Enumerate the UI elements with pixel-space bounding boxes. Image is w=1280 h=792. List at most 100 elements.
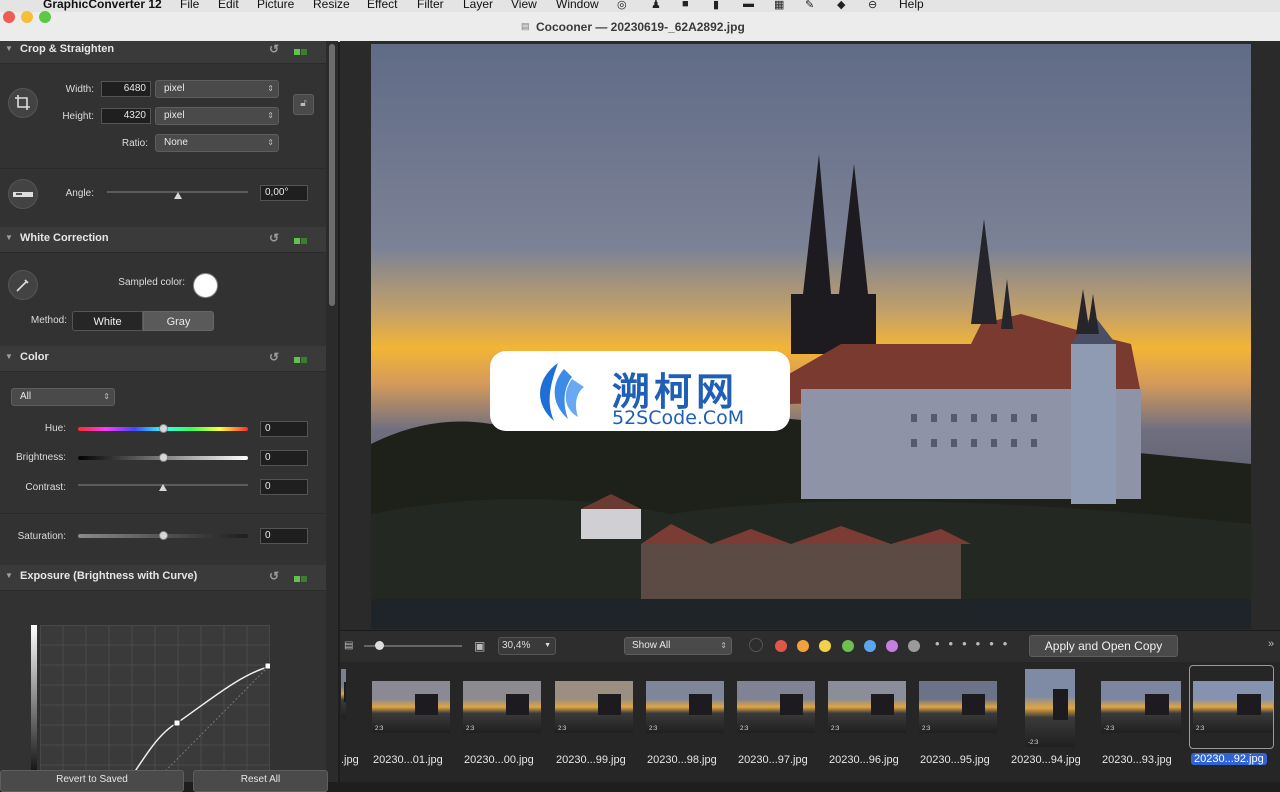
thumbnail-size-knob[interactable] xyxy=(375,641,384,650)
thumbnail[interactable]: 2:3 xyxy=(737,681,815,733)
grid-icon[interactable]: ▦ xyxy=(774,0,784,11)
thumbnail[interactable]: -2:3 xyxy=(1101,681,1181,733)
thumbnail-filename[interactable]: 20230...98.jpg xyxy=(647,754,717,766)
white-correction-section-header[interactable]: ▼ White Correction ↺ xyxy=(0,227,326,253)
enable-toggle[interactable] xyxy=(294,46,308,55)
brightness-slider-knob[interactable] xyxy=(159,453,168,462)
menu-layer[interactable]: Layer xyxy=(463,0,493,11)
crop-tool-button[interactable] xyxy=(8,88,38,118)
thumbnail[interactable]: 2:3 xyxy=(919,681,997,733)
thumbnail-filename[interactable]: 20230...94.jpg xyxy=(1011,754,1081,766)
height-unit-select[interactable]: pixel ⇕ xyxy=(155,107,279,125)
zoom-select[interactable]: 30,4% ▼ xyxy=(498,637,556,655)
method-gray-button[interactable]: Gray xyxy=(143,311,214,331)
menu-file[interactable]: File xyxy=(180,0,199,11)
zoom-button[interactable] xyxy=(39,11,51,23)
enable-toggle[interactable] xyxy=(294,235,308,244)
contrast-slider-knob[interactable] xyxy=(159,484,167,491)
thumbnail[interactable]: 2:3 xyxy=(463,681,541,733)
brightness-field[interactable]: 0 xyxy=(260,450,308,466)
menu-view[interactable]: View xyxy=(511,0,537,11)
thumbnail[interactable]: 2:3 xyxy=(555,681,633,733)
sidebar-scroll-thumb[interactable] xyxy=(329,44,335,306)
thumbnail-filename[interactable]: 20230...97.jpg xyxy=(738,754,808,766)
thumbnail-filename[interactable]: 20230...99.jpg xyxy=(556,754,626,766)
label-color-dot[interactable] xyxy=(775,640,787,652)
thumbnail-filename[interactable]: 20230...00.jpg xyxy=(464,754,534,766)
label-color-dot[interactable] xyxy=(819,640,831,652)
enable-toggle[interactable] xyxy=(294,573,308,582)
thumbnail-filename[interactable]: .jpg xyxy=(341,754,359,766)
curve-point[interactable] xyxy=(264,662,270,670)
thumbnail[interactable] xyxy=(341,669,346,719)
angle-slider-knob[interactable] xyxy=(174,192,182,199)
label-color-dot[interactable] xyxy=(864,640,876,652)
reset-icon[interactable]: ↺ xyxy=(269,350,279,364)
thumbnail[interactable]: -2:3 xyxy=(1025,669,1075,747)
person-icon[interactable]: ♟ xyxy=(651,0,661,11)
label-color-dot[interactable] xyxy=(842,640,854,652)
straighten-tool-button[interactable] xyxy=(8,179,38,209)
saturation-field[interactable]: 0 xyxy=(260,528,308,544)
color-section-header[interactable]: ▼ Color ↺ xyxy=(0,346,326,372)
thumbnail-filename[interactable]: 20230...01.jpg xyxy=(373,754,443,766)
reset-all-button[interactable]: Reset All xyxy=(193,770,328,792)
height-field[interactable]: 4320 xyxy=(101,108,151,124)
disclosure-triangle-icon[interactable]: ▼ xyxy=(5,233,13,242)
menu-effect[interactable]: Effect xyxy=(367,0,397,11)
more-chevron-icon[interactable]: » xyxy=(1268,638,1274,650)
width-field[interactable]: 6480 xyxy=(101,81,151,97)
thumbnail-filename[interactable]: 20230...96.jpg xyxy=(829,754,899,766)
color-channel-select[interactable]: All ⇕ xyxy=(11,388,115,406)
thumbnail-filename[interactable]: 20230...95.jpg xyxy=(920,754,990,766)
crop-section-header[interactable]: ▼ Crop & Straighten ↺ xyxy=(0,41,326,64)
app-menu[interactable]: GraphicConverter 12 xyxy=(43,0,162,11)
contrast-field[interactable]: 0 xyxy=(260,479,308,495)
close-button[interactable] xyxy=(3,11,15,23)
hue-field[interactable]: 0 xyxy=(260,421,308,437)
tag-icon[interactable]: ◆ xyxy=(837,0,845,11)
disclosure-triangle-icon[interactable]: ▼ xyxy=(5,352,13,361)
revert-to-saved-button[interactable]: Revert to Saved xyxy=(0,770,184,792)
angle-field[interactable]: 0,00° xyxy=(260,185,308,201)
exposure-curve-editor[interactable] xyxy=(40,625,270,782)
menu-filter[interactable]: Filter xyxy=(417,0,444,11)
disclosure-triangle-icon[interactable]: ▼ xyxy=(5,571,13,580)
thumbnail[interactable]: 2:3 xyxy=(828,681,906,733)
hue-slider-knob[interactable] xyxy=(159,424,168,433)
document-icon[interactable]: ▮ xyxy=(713,0,719,11)
sampled-color-swatch[interactable] xyxy=(193,273,218,298)
reset-icon[interactable]: ↺ xyxy=(269,231,279,245)
brush-icon[interactable]: ✎ xyxy=(805,0,814,11)
reset-icon[interactable]: ↺ xyxy=(269,42,279,56)
exposure-section-header[interactable]: ▼ Exposure (Brightness with Curve) ↺ xyxy=(0,565,326,591)
apply-and-open-copy-button[interactable]: Apply and Open Copy xyxy=(1029,635,1178,657)
label-color-dot[interactable] xyxy=(886,640,898,652)
preview-photo[interactable] xyxy=(371,44,1251,629)
thumbnail[interactable]: 2:3 xyxy=(372,681,450,733)
disclosure-triangle-icon[interactable]: ▼ xyxy=(5,44,13,53)
ratio-select[interactable]: None ⇕ xyxy=(155,134,279,152)
menu-edit[interactable]: Edit xyxy=(218,0,239,11)
rating-dots[interactable]: •••••• xyxy=(935,636,1016,651)
thumbnail-filename[interactable]: 20230...92.jpg xyxy=(1191,753,1267,765)
minimize-button[interactable] xyxy=(21,11,33,23)
no-label-icon[interactable] xyxy=(749,638,763,652)
enable-toggle[interactable] xyxy=(294,354,308,363)
menu-help[interactable]: Help xyxy=(899,0,924,11)
menu-picture[interactable]: Picture xyxy=(257,0,294,11)
target-icon[interactable]: ◎ xyxy=(617,0,627,11)
curve-point[interactable] xyxy=(173,719,181,727)
aspect-lock-icon[interactable]: 🔓︎ xyxy=(293,94,314,115)
label-color-dot[interactable] xyxy=(797,640,809,652)
saturation-slider-knob[interactable] xyxy=(159,531,168,540)
thumbnail-filename[interactable]: 20230...93.jpg xyxy=(1102,754,1172,766)
method-white-button[interactable]: White xyxy=(72,311,143,331)
more-icon[interactable]: ⊖ xyxy=(868,0,877,11)
reset-icon[interactable]: ↺ xyxy=(269,569,279,583)
width-unit-select[interactable]: pixel ⇕ xyxy=(155,80,279,98)
filter-select[interactable]: Show All ⇕ xyxy=(624,637,732,655)
menu-window[interactable]: Window xyxy=(556,0,599,11)
label-color-dot[interactable] xyxy=(908,640,920,652)
thumbnail[interactable]: 2:3 xyxy=(646,681,724,733)
